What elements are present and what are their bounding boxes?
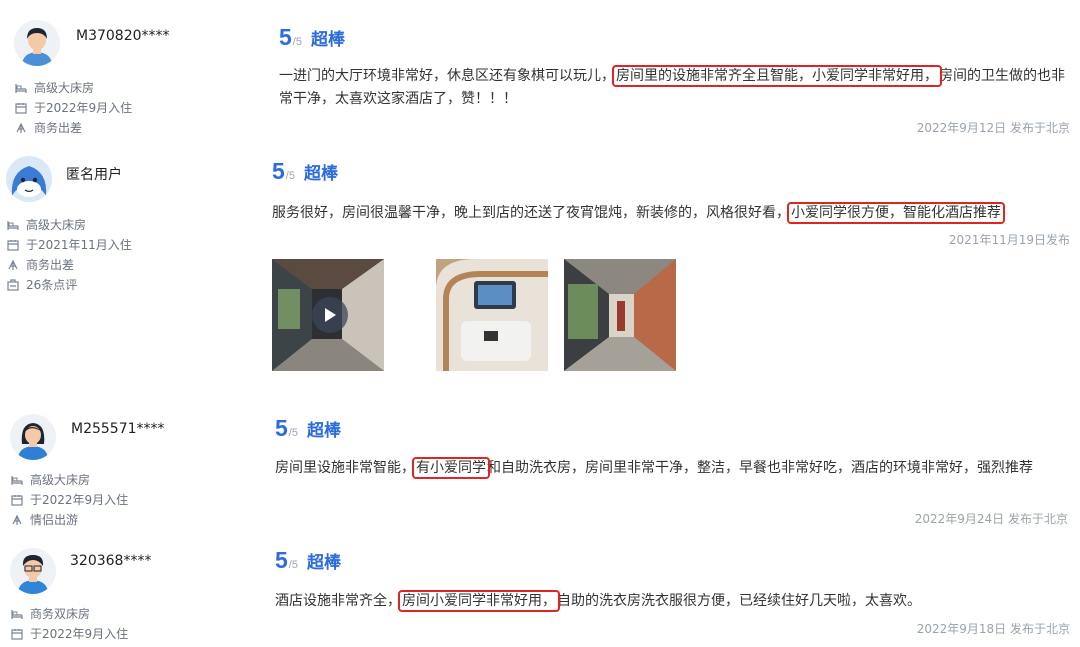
user-meta: 高级大床房 于2021年11月入住 商务出差 26条点评 [6, 215, 132, 295]
user-meta: 商务双床房 于2022年9月入住 [10, 604, 128, 644]
score-max: /5 [292, 36, 302, 48]
calendar-icon [10, 493, 24, 507]
play-icon [325, 308, 336, 322]
review-card: M370820**** 高级大床房 于2022年9月入住 商务出差 5 /5 超… [0, 0, 1080, 140]
highlighted-text: 房间里的设施非常齐全且智能，小爱同学非常好用， [612, 65, 942, 87]
review-card: 320368**** 商务双床房 于2022年9月入住 5 /5 超棒 酒店设施… [0, 540, 1080, 647]
stay-date: 于2021年11月入住 [26, 238, 132, 252]
score-value: 5 [275, 415, 288, 441]
hallway-window-image [564, 259, 676, 371]
rating-label: 超棒 [303, 164, 338, 184]
rating-score: 5 /5 超棒 [275, 415, 341, 442]
female-avatar-icon [10, 414, 56, 460]
review-card: 匿名用户 高级大床房 于2021年11月入住 商务出差 26条点评 5 /5 超… [0, 148, 1080, 388]
user-avatar[interactable] [6, 156, 52, 202]
bed-icon [10, 473, 24, 487]
bed-icon [6, 218, 20, 232]
score-max: /5 [285, 170, 295, 182]
review-text: 酒店设施非常齐全，房间小爱同学非常好用，自助的洗衣房洗衣服很方便，已经续住好几天… [275, 590, 1065, 613]
stay-date: 于2022年9月入住 [30, 627, 129, 641]
travel-type: 情侣出游 [30, 513, 79, 527]
dolphin-avatar-icon [6, 156, 52, 202]
review-photo[interactable] [564, 259, 676, 371]
post-date: 2022年9月12日 发布于北京 [916, 121, 1070, 135]
stay-date: 于2022年9月入住 [30, 493, 129, 507]
post-date: 2022年9月18日 发布于北京 [916, 622, 1070, 636]
room-type: 高级大床房 [34, 81, 95, 95]
review-text-start: 服务很好，房间很温馨干净，晚上到店的还送了夜宵馄炖，新装修的，风格很好看， [272, 205, 790, 221]
travel-type-icon [14, 121, 28, 135]
review-text-start: 酒店设施非常齐全， [275, 593, 401, 609]
highlighted-text: 小爱同学很方便，智能化酒店推荐 [787, 202, 1005, 224]
review-text: 房间里设施非常智能，有小爱同学和自助洗衣房，房间里非常干净，整洁，早餐也非常好吃… [275, 457, 1065, 480]
user-avatar[interactable] [10, 548, 56, 594]
username: M255571**** [71, 421, 165, 437]
review-video-thumbnail[interactable] [272, 259, 384, 371]
rating-label: 超棒 [306, 553, 341, 573]
calendar-icon [6, 238, 20, 252]
room-type: 商务双床房 [30, 607, 91, 621]
room-type: 高级大床房 [30, 473, 91, 487]
post-date: 2022年9月24日 发布于北京 [914, 512, 1068, 526]
rating-score: 5 /5 超棒 [272, 158, 338, 185]
travel-type: 商务出差 [26, 258, 75, 272]
review-card: M255571**** 高级大床房 于2022年9月入住 情侣出游 5 /5 超… [0, 400, 1080, 540]
rating-label: 超棒 [310, 30, 345, 50]
user-avatar[interactable] [14, 20, 60, 66]
user-avatar[interactable] [10, 414, 56, 460]
room-type: 高级大床房 [26, 218, 87, 232]
bed-icon [14, 81, 28, 95]
male-avatar-icon [14, 20, 60, 66]
user-meta: 高级大床房 于2022年9月入住 情侣出游 [10, 470, 128, 530]
highlighted-text: 有小爱同学 [412, 457, 490, 479]
review-text-start: 房间里设施非常智能， [275, 460, 415, 476]
review-count: 26条点评 [26, 278, 78, 292]
review-text-end: 和自助洗衣房，房间里非常干净，整洁，早餐也非常好吃，酒店的环境非常好，强烈推荐 [487, 460, 1033, 476]
review-text-end: 自助的洗衣房洗衣服很方便，已经续住好几天啦，太喜欢。 [557, 593, 921, 609]
bed-icon [10, 607, 24, 621]
score-max: /5 [288, 559, 298, 571]
review-photo[interactable] [436, 259, 548, 371]
stay-date: 于2022年9月入住 [34, 101, 133, 115]
score-max: /5 [288, 427, 298, 439]
rating-score: 5 /5 超棒 [275, 547, 341, 574]
score-value: 5 [272, 158, 285, 184]
username: 320368**** [70, 553, 152, 569]
review-text-start: 一进门的大厅环境非常好，休息区还有象棋可以玩儿， [279, 68, 615, 84]
comment-count-icon [6, 278, 20, 292]
travel-type: 商务出差 [34, 121, 83, 135]
score-value: 5 [275, 547, 288, 573]
male-avatar-icon [10, 548, 56, 594]
smart-screen-desk-image [436, 259, 548, 371]
review-text: 服务很好，房间很温馨干净，晚上到店的还送了夜宵馄炖，新装修的，风格很好看，小爱同… [272, 202, 1072, 225]
review-text: 一进门的大厅环境非常好，休息区还有象棋可以玩儿，房间里的设施非常齐全且智能，小爱… [279, 65, 1069, 111]
highlighted-text: 房间小爱同学非常好用， [398, 590, 560, 612]
calendar-icon [10, 627, 24, 641]
username: M370820**** [76, 28, 170, 44]
user-meta: 高级大床房 于2022年9月入住 商务出差 [14, 78, 132, 138]
rating-score: 5 /5 超棒 [279, 24, 345, 51]
calendar-icon [14, 101, 28, 115]
travel-type-icon [6, 258, 20, 272]
score-value: 5 [279, 24, 292, 50]
rating-label: 超棒 [306, 421, 341, 441]
travel-type-icon [10, 513, 24, 527]
username: 匿名用户 [66, 167, 122, 183]
post-date: 2021年11月19日发布 [948, 233, 1070, 247]
play-button[interactable] [312, 297, 348, 333]
